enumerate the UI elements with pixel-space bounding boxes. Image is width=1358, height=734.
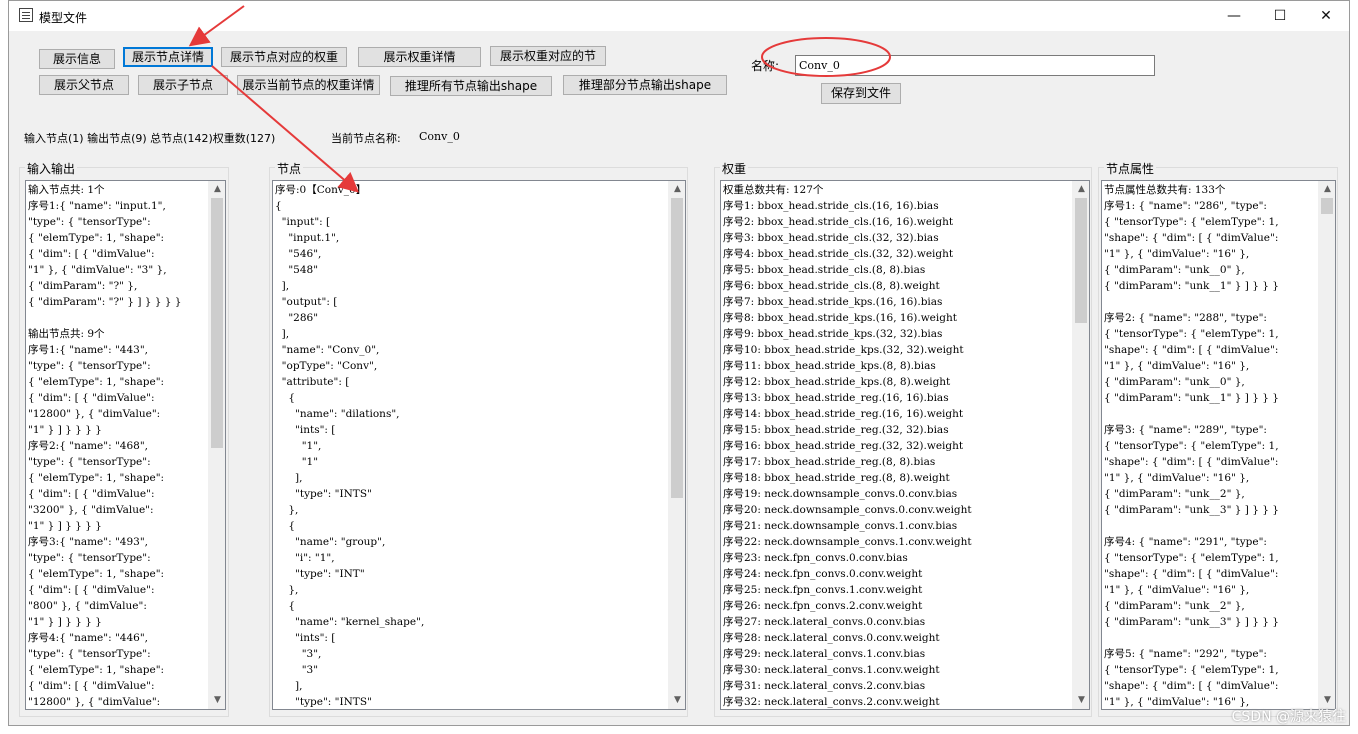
- annotation-overlay: [188, 5, 891, 193]
- annotation-arrow: [211, 65, 360, 193]
- watermark: CSDN @源来猿往: [1231, 709, 1346, 725]
- annotation-ellipse: [761, 37, 891, 77]
- annotation-arrow: [188, 5, 245, 47]
